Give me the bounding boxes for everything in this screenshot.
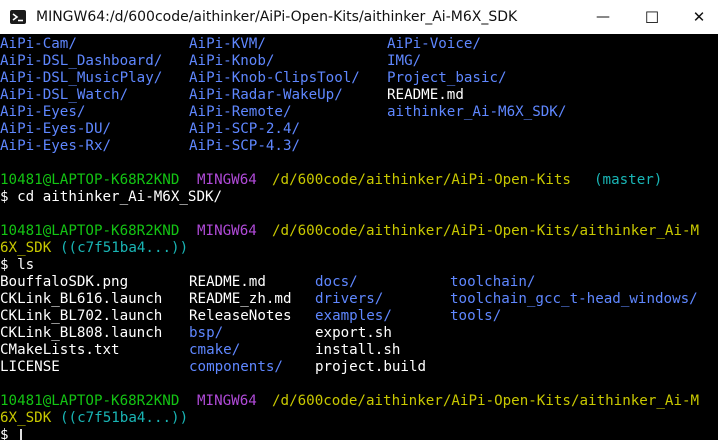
maximize-icon: ☐ (644, 7, 660, 27)
command-line: $ ls (0, 257, 34, 274)
listing2-row: LICENSE components/ project.build (0, 359, 426, 376)
listing2-row: CKLink_BL702.launch ReleaseNotes example… (0, 308, 501, 325)
file-entry: README_zh.md (189, 291, 292, 307)
dir-entry: AiPi-SCP-4.3/ (189, 138, 301, 154)
file-entry: BouffaloSDK.png (0, 274, 129, 290)
prompt-line: 10481@LAPTOP-K68R2KND MINGW64 /d/600code… (0, 393, 699, 410)
dir-entry: AiPi-Eyes-Rx/ (0, 138, 112, 154)
listing2-row: BouffaloSDK.png README.md docs/ toolchai… (0, 274, 535, 291)
prompt-line: 10481@LAPTOP-K68R2KND MINGW64 /d/600code… (0, 172, 662, 189)
file-entry: LICENSE (0, 359, 60, 375)
dir-entry: IMG/ (387, 53, 422, 69)
prompt-user: 10481@LAPTOP-K68R2KND (0, 223, 180, 239)
command-line: $ cd aithinker_Ai-M6X_SDK/ (0, 189, 222, 206)
prompt-line: 10481@LAPTOP-K68R2KND MINGW64 /d/600code… (0, 223, 699, 240)
command-text: $ (0, 427, 9, 440)
listing2-row: CMakeLists.txt cmake/ install.sh (0, 342, 400, 359)
dir-entry: docs/ (315, 274, 358, 290)
text-cursor (20, 429, 22, 440)
dir-entry: AiPi-DSL_Dashboard/ (0, 53, 163, 69)
file-entry: project.build (315, 359, 427, 375)
dir-entry: AiPi-DSL_MusicPlay/ (0, 70, 163, 86)
dir-entry: tools/ (450, 308, 502, 324)
dir-entry: AiPi-Cam/ (0, 36, 77, 52)
title-bar[interactable]: MINGW64:/d/600code/aithinker/AiPi-Open-K… (0, 0, 718, 34)
dir-entry: toolchain_gcc_t-head_windows/ (450, 291, 698, 307)
close-button[interactable]: ✕ (676, 0, 718, 34)
dir-entry: cmake/ (189, 342, 241, 358)
file-entry: CKLink_BL808.launch (0, 325, 163, 341)
prompt-path: /d/600code/aithinker/AiPi-Open-Kits (272, 172, 571, 188)
dir-entry: components/ (189, 359, 283, 375)
dir-entry: AiPi-Remote/ (189, 104, 292, 120)
file-entry: CKLink_BL616.launch (0, 291, 163, 307)
prompt-line: 6X_SDK ((c7f51ba4...)) (0, 240, 188, 257)
dir-entry: AiPi-KVM/ (189, 36, 266, 52)
dir-entry: bsp/ (189, 325, 224, 341)
prompt-system: MINGW64 (197, 393, 257, 409)
file-entry: CMakeLists.txt (0, 342, 120, 358)
close-icon: ✕ (692, 8, 706, 26)
prompt-path-wrap: 6X_SDK (0, 240, 52, 256)
prompt-branch: (master) (594, 172, 663, 188)
prompt-system: MINGW64 (197, 172, 257, 188)
command-text: $ ls (0, 257, 35, 273)
command-text: $ cd aithinker_Ai-M6X_SDK/ (0, 189, 223, 205)
listing1-row: AiPi-Cam/ AiPi-KVM/ AiPi-Voice/ (0, 36, 481, 53)
listing1-row: AiPi-Eyes/ AiPi-Remote/ aithinker_Ai-M6X… (0, 104, 566, 121)
file-entry: CKLink_BL702.launch (0, 308, 163, 324)
minimize-button[interactable]: — (580, 0, 626, 34)
file-entry: ReleaseNotes (189, 308, 292, 324)
prompt-user: 10481@LAPTOP-K68R2KND (0, 172, 180, 188)
file-entry: README.md (387, 87, 464, 103)
prompt-path: /d/600code/aithinker/AiPi-Open-Kits/aith… (272, 393, 700, 409)
dir-entry: AiPi-Eyes-DU/ (0, 121, 112, 137)
mingw-app-icon (10, 10, 26, 24)
listing2-row: CKLink_BL808.launch bsp/ export.sh (0, 325, 392, 342)
prompt-branch: ((c7f51ba4...)) (60, 240, 189, 256)
prompt-line: 6X_SDK ((c7f51ba4...)) (0, 410, 188, 427)
dir-entry: AiPi-Knob/ (189, 53, 275, 69)
dir-entry: AiPi-Knob-ClipsTool/ (189, 70, 360, 86)
minimize-icon: — (596, 9, 610, 25)
dir-entry: AiPi-DSL_Watch/ (0, 87, 129, 103)
maximize-button[interactable]: ☐ (629, 0, 675, 34)
prompt-system: MINGW64 (197, 223, 257, 239)
dir-entry: AiPi-SCP-2.4/ (189, 121, 301, 137)
listing1-row: AiPi-Eyes-Rx/ AiPi-SCP-4.3/ (0, 138, 300, 155)
dir-entry: toolchain/ (450, 274, 536, 290)
listing1-row: AiPi-DSL_Dashboard/ AiPi-Knob/ IMG/ (0, 53, 421, 70)
prompt-branch: ((c7f51ba4...)) (60, 410, 189, 426)
file-entry: export.sh (315, 325, 392, 341)
terminal-output[interactable]: AiPi-Cam/ AiPi-KVM/ AiPi-Voice/ AiPi-DSL… (0, 34, 718, 440)
dir-entry: examples/ (315, 308, 392, 324)
dir-entry: AiPi-Voice/ (387, 36, 481, 52)
file-entry: README.md (189, 274, 266, 290)
dir-entry: drivers/ (315, 291, 384, 307)
listing1-row: AiPi-DSL_Watch/ AiPi-Radar-WakeUp/ READM… (0, 87, 464, 104)
dir-entry: Project_basic/ (387, 70, 507, 86)
listing2-row: CKLink_BL616.launch README_zh.md drivers… (0, 291, 698, 308)
dir-entry: AiPi-Radar-WakeUp/ (189, 87, 343, 103)
prompt-user: 10481@LAPTOP-K68R2KND (0, 393, 180, 409)
dir-entry: AiPi-Eyes/ (0, 104, 86, 120)
file-entry: install.sh (315, 342, 401, 358)
prompt-path-wrap: 6X_SDK (0, 410, 52, 426)
dir-entry: aithinker_Ai-M6X_SDK/ (387, 104, 567, 120)
command-line[interactable]: $ (0, 427, 34, 440)
listing1-row: AiPi-DSL_MusicPlay/ AiPi-Knob-ClipsTool/… (0, 70, 507, 87)
window-title: MINGW64:/d/600code/aithinker/AiPi-Open-K… (36, 9, 518, 25)
prompt-path: /d/600code/aithinker/AiPi-Open-Kits/aith… (272, 223, 700, 239)
listing1-row: AiPi-Eyes-DU/ AiPi-SCP-2.4/ (0, 121, 300, 138)
